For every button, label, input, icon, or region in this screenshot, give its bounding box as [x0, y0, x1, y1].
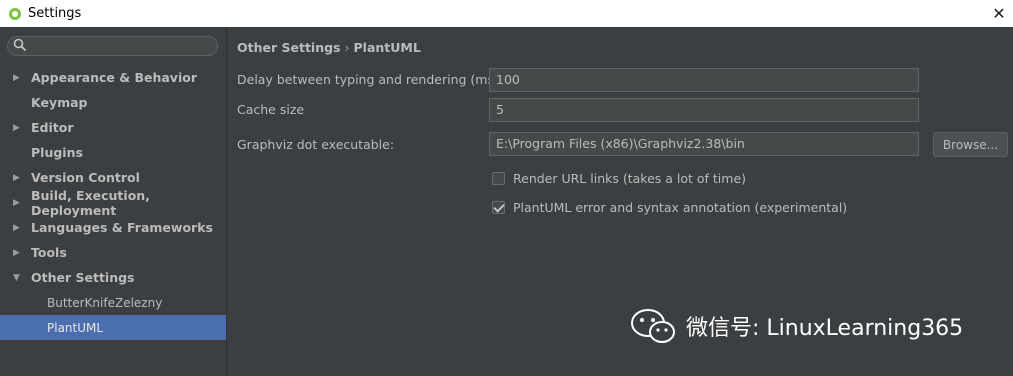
browse-button[interactable]: Browse... [933, 132, 1008, 157]
breadcrumb-parent: Other Settings [237, 40, 341, 55]
tree-item-butterknifezelezny[interactable]: ButterKnifeZelezny [0, 290, 226, 315]
delay-label: Delay between typing and rendering (ms) [237, 72, 499, 87]
tree-item-appearance-behavior[interactable]: ▶ Appearance & Behavior [0, 65, 226, 90]
tree-item-label: Languages & Frameworks [31, 220, 213, 235]
breadcrumb: Other Settings › PlantUML [237, 40, 421, 55]
expand-arrow-icon[interactable]: ▶ [13, 123, 20, 133]
tree-item-keymap[interactable]: Keymap [0, 90, 226, 115]
watermark-text: 微信号: LinuxLearning365 [686, 316, 964, 341]
expand-arrow-icon[interactable]: ▶ [13, 223, 20, 233]
tree-item-build-execution-deployment[interactable]: ▶ Build, Execution, Deployment [0, 187, 226, 218]
watermark: 微信号: LinuxLearning365 [630, 308, 963, 344]
tree-item-plantuml[interactable]: PlantUML [0, 315, 226, 340]
tree-item-tools[interactable]: ▶ Tools [0, 240, 226, 265]
close-button[interactable]: ✕ [985, 0, 1013, 27]
search-icon [13, 38, 27, 52]
tree-item-label: Other Settings [31, 270, 135, 285]
tree-item-label: Keymap [31, 95, 88, 110]
render-url-option[interactable]: Render URL links (takes a lot of time) [492, 171, 746, 186]
tree-item-label: PlantUML [47, 320, 104, 335]
expand-arrow-icon[interactable]: ▶ [13, 198, 20, 208]
tree-item-label: ButterKnifeZelezny [47, 295, 163, 310]
tree-item-languages-frameworks[interactable]: ▶ Languages & Frameworks [0, 215, 226, 240]
render-url-label: Render URL links (takes a lot of time) [513, 171, 747, 186]
tree-item-other-settings[interactable]: ▼ Other Settings [0, 265, 226, 290]
tree-item-version-control[interactable]: ▶ Version Control [0, 165, 226, 190]
render-url-checkbox[interactable] [492, 172, 505, 185]
delay-field[interactable]: 100 [489, 68, 919, 92]
android-studio-icon [9, 7, 21, 20]
error-annotation-checkbox[interactable] [492, 201, 505, 214]
tree-item-label: Version Control [31, 170, 140, 185]
tree-item-label: Plugins [31, 145, 83, 160]
tree-item-label: Appearance & Behavior [31, 70, 197, 85]
tree-item-label: Build, Execution, Deployment [31, 187, 150, 218]
tree-item-label: Tools [31, 245, 67, 260]
expand-arrow-icon[interactable]: ▶ [13, 248, 20, 258]
collapse-arrow-icon[interactable]: ▼ [13, 273, 20, 283]
cache-size-label: Cache size [237, 102, 305, 117]
search-input[interactable] [7, 36, 218, 56]
expand-arrow-icon[interactable]: ▶ [13, 173, 20, 183]
wechat-icon [631, 309, 675, 343]
graphviz-path-field[interactable]: E:\Program Files (x86)\Graphviz2.38\bin [489, 132, 919, 156]
error-annotation-option[interactable]: PlantUML error and syntax annotation (ex… [492, 200, 847, 215]
title-bar: Settings ✕ [0, 0, 1013, 27]
tree-item-plugins[interactable]: Plugins [0, 140, 226, 165]
tree-item-label: Editor [31, 120, 74, 135]
breadcrumb-separator: › [344, 40, 350, 55]
settings-tree: ▶ Appearance & Behavior Keymap ▶ Editor … [0, 65, 226, 340]
expand-arrow-icon[interactable]: ▶ [13, 73, 20, 83]
cache-size-field[interactable]: 5 [489, 98, 919, 122]
breadcrumb-current: PlantUML [353, 40, 421, 55]
graphviz-label: Graphviz dot executable: [237, 137, 395, 152]
error-annotation-label: PlantUML error and syntax annotation (ex… [513, 200, 848, 215]
tree-item-editor[interactable]: ▶ Editor [0, 115, 226, 140]
settings-sidebar: ▶ Appearance & Behavior Keymap ▶ Editor … [0, 27, 227, 376]
window-title: Settings [28, 6, 82, 21]
